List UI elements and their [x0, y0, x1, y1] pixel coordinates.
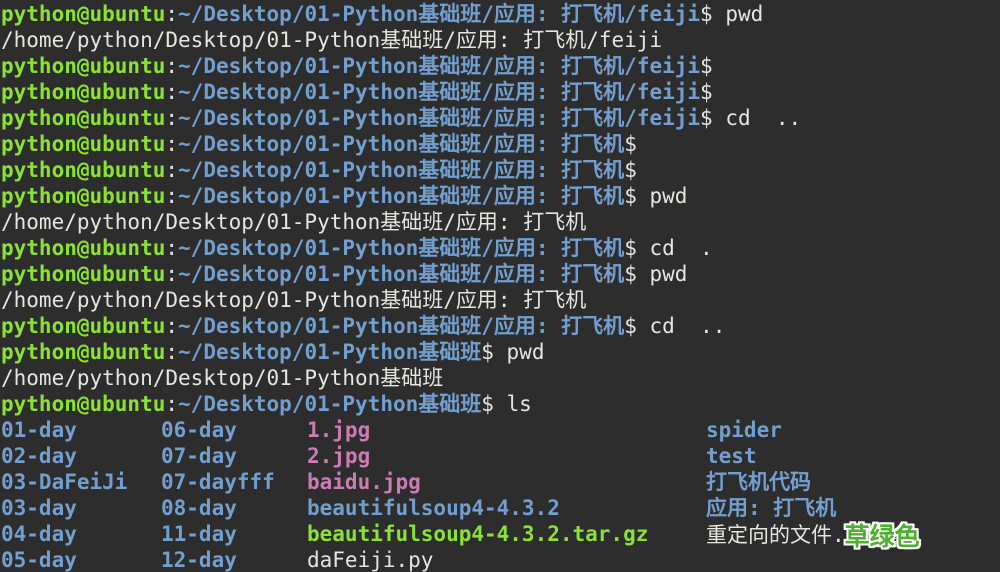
prompt-separator: :	[165, 158, 179, 182]
prompt-separator: :	[165, 132, 179, 156]
prompt-user: python@ubuntu	[1, 80, 166, 104]
terminal-line: python@ubuntu:~/Desktop/01-Python基础班/应用:…	[1, 261, 1000, 287]
prompt-command: $ pwd	[700, 2, 764, 26]
prompt-command: $ pwd	[624, 184, 688, 208]
file-entry: 1.jpg	[307, 418, 371, 442]
terminal-line: python@ubuntu:~/Desktop/01-Python基础班/应用:…	[1, 53, 1000, 79]
prompt-user: python@ubuntu	[1, 184, 166, 208]
ls-row: 04-day 11-day beautifulsoup4-4.3.2.tar.gz 重…	[1, 521, 1000, 551]
terminal-output: python@ubuntu:~/Desktop/01-Python基础班/应用:…	[1, 1, 1000, 572]
file-entry: 打飞机代码	[706, 470, 811, 494]
terminal-line: python@ubuntu:~/Desktop/01-Python基础班/应用:…	[1, 105, 1000, 131]
prompt-user: python@ubuntu	[1, 54, 166, 78]
command-output: /home/python/Desktop/01-Python基础班/应用: 打飞…	[1, 210, 587, 234]
file-entry: 12-day	[161, 548, 237, 572]
prompt-separator: :	[165, 314, 179, 338]
prompt-user: python@ubuntu	[1, 314, 166, 338]
prompt-separator: :	[165, 2, 179, 26]
prompt-path: ~/Desktop/01-Python基础班/应用: 打飞机	[178, 262, 625, 286]
file-entry: 重定向的文件.草绿色	[706, 523, 920, 551]
prompt-command: $ ls	[481, 392, 532, 416]
prompt-user: python@ubuntu	[1, 106, 166, 130]
terminal-line: /home/python/Desktop/01-Python基础班/应用: 打飞…	[1, 287, 1000, 313]
terminal-window[interactable]: python@ubuntu:~/Desktop/01-Python基础班/应用:…	[0, 0, 1000, 572]
prompt-user: python@ubuntu	[1, 132, 166, 156]
file-entry: 06-day	[161, 418, 237, 442]
prompt-separator: :	[165, 340, 179, 364]
prompt-command: $	[624, 132, 637, 156]
file-entry: 01-day	[1, 418, 77, 442]
ls-row: 03-day 08-day beautifulsoup4-4.3.2 应用: 打飞机	[1, 495, 1000, 521]
prompt-path: ~/Desktop/01-Python基础班/应用: 打飞机	[178, 184, 625, 208]
prompt-user: python@ubuntu	[1, 2, 166, 26]
prompt-path: ~/Desktop/01-Python基础班	[178, 392, 482, 416]
prompt-separator: :	[165, 236, 179, 260]
terminal-line: /home/python/Desktop/01-Python基础班/应用: 打飞…	[1, 27, 1000, 53]
file-entry: beautifulsoup4-4.3.2	[307, 496, 560, 520]
prompt-path: ~/Desktop/01-Python基础班/应用: 打飞机/feiji	[178, 106, 701, 130]
prompt-path: ~/Desktop/01-Python基础班/应用: 打飞机/feiji	[178, 80, 701, 104]
prompt-command: $	[700, 80, 713, 104]
ls-row: 02-day 07-day 2.jpg test	[1, 443, 1000, 469]
file-entry: 07-day	[161, 444, 237, 468]
terminal-line: python@ubuntu:~/Desktop/01-Python基础班/应用:…	[1, 183, 1000, 209]
file-entry: beautifulsoup4-4.3.2.tar.gz	[307, 522, 649, 546]
command-output: /home/python/Desktop/01-Python基础班/应用: 打飞…	[1, 288, 587, 312]
prompt-separator: :	[165, 80, 179, 104]
prompt-path: ~/Desktop/01-Python基础班	[178, 340, 482, 364]
ls-row: 01-day 06-day 1.jpg spider	[1, 417, 1000, 443]
prompt-path: ~/Desktop/01-Python基础班/应用: 打飞机	[178, 236, 625, 260]
file-entry: daFeiji.py	[307, 548, 434, 572]
prompt-path: ~/Desktop/01-Python基础班/应用: 打飞机	[178, 132, 625, 156]
prompt-user: python@ubuntu	[1, 262, 166, 286]
prompt-path: ~/Desktop/01-Python基础班/应用: 打飞机	[178, 158, 625, 182]
prompt-separator: :	[165, 184, 179, 208]
command-output: /home/python/Desktop/01-Python基础班	[1, 366, 444, 390]
file-entry: 07-dayfff	[161, 470, 275, 494]
prompt-user: python@ubuntu	[1, 340, 166, 364]
prompt-path: ~/Desktop/01-Python基础班/应用: 打飞机/feiji	[178, 2, 701, 26]
prompt-user: python@ubuntu	[1, 158, 166, 182]
prompt-command: $ cd ..	[700, 106, 802, 130]
prompt-command: $	[700, 54, 713, 78]
prompt-command: $	[624, 158, 637, 182]
terminal-line: python@ubuntu:~/Desktop/01-Python基础班/应用:…	[1, 131, 1000, 157]
prompt-separator: :	[165, 262, 179, 286]
terminal-line: python@ubuntu:~/Desktop/01-Python基础班$ ls	[1, 391, 1000, 417]
file-entry: 02-day	[1, 444, 77, 468]
terminal-line: /home/python/Desktop/01-Python基础班/应用: 打飞…	[1, 209, 1000, 235]
prompt-separator: :	[165, 106, 179, 130]
file-entry: baidu.jpg	[307, 470, 421, 494]
prompt-command: $ cd .	[624, 236, 713, 260]
terminal-line: /home/python/Desktop/01-Python基础班	[1, 365, 1000, 391]
file-entry: 05-day	[1, 548, 77, 572]
file-entry: 03-DaFeiJi	[1, 470, 128, 494]
file-entry: 04-day	[1, 522, 77, 546]
terminal-line: python@ubuntu:~/Desktop/01-Python基础班/应用:…	[1, 79, 1000, 105]
ls-row: 03-DaFeiJi 07-dayfff baidu.jpg 打飞机代码	[1, 469, 1000, 495]
terminal-line: python@ubuntu:~/Desktop/01-Python基础班/应用:…	[1, 235, 1000, 261]
prompt-command: $ pwd	[624, 262, 688, 286]
file-entry: test	[706, 444, 757, 468]
prompt-command: $ pwd	[481, 340, 545, 364]
prompt-path: ~/Desktop/01-Python基础班/应用: 打飞机/feiji	[178, 54, 701, 78]
terminal-line: python@ubuntu:~/Desktop/01-Python基础班$ pw…	[1, 339, 1000, 365]
prompt-user: python@ubuntu	[1, 236, 166, 260]
ls-row: 05-day 12-day daFeiji.py	[1, 547, 1000, 572]
file-entry: spider	[706, 418, 782, 442]
file-entry: 11-day	[161, 522, 237, 546]
terminal-line: python@ubuntu:~/Desktop/01-Python基础班/应用:…	[1, 1, 1000, 27]
prompt-command: $ cd ..	[624, 314, 726, 338]
prompt-path: ~/Desktop/01-Python基础班/应用: 打飞机	[178, 314, 625, 338]
terminal-line: python@ubuntu:~/Desktop/01-Python基础班/应用:…	[1, 313, 1000, 339]
prompt-separator: :	[165, 54, 179, 78]
terminal-line: python@ubuntu:~/Desktop/01-Python基础班/应用:…	[1, 157, 1000, 183]
prompt-separator: :	[165, 392, 179, 416]
file-entry: 08-day	[161, 496, 237, 520]
file-entry: 2.jpg	[307, 444, 371, 468]
command-output: /home/python/Desktop/01-Python基础班/应用: 打飞…	[1, 28, 663, 52]
prompt-user: python@ubuntu	[1, 392, 166, 416]
file-entry: 03-day	[1, 496, 77, 520]
file-entry: 应用: 打飞机	[706, 496, 837, 520]
